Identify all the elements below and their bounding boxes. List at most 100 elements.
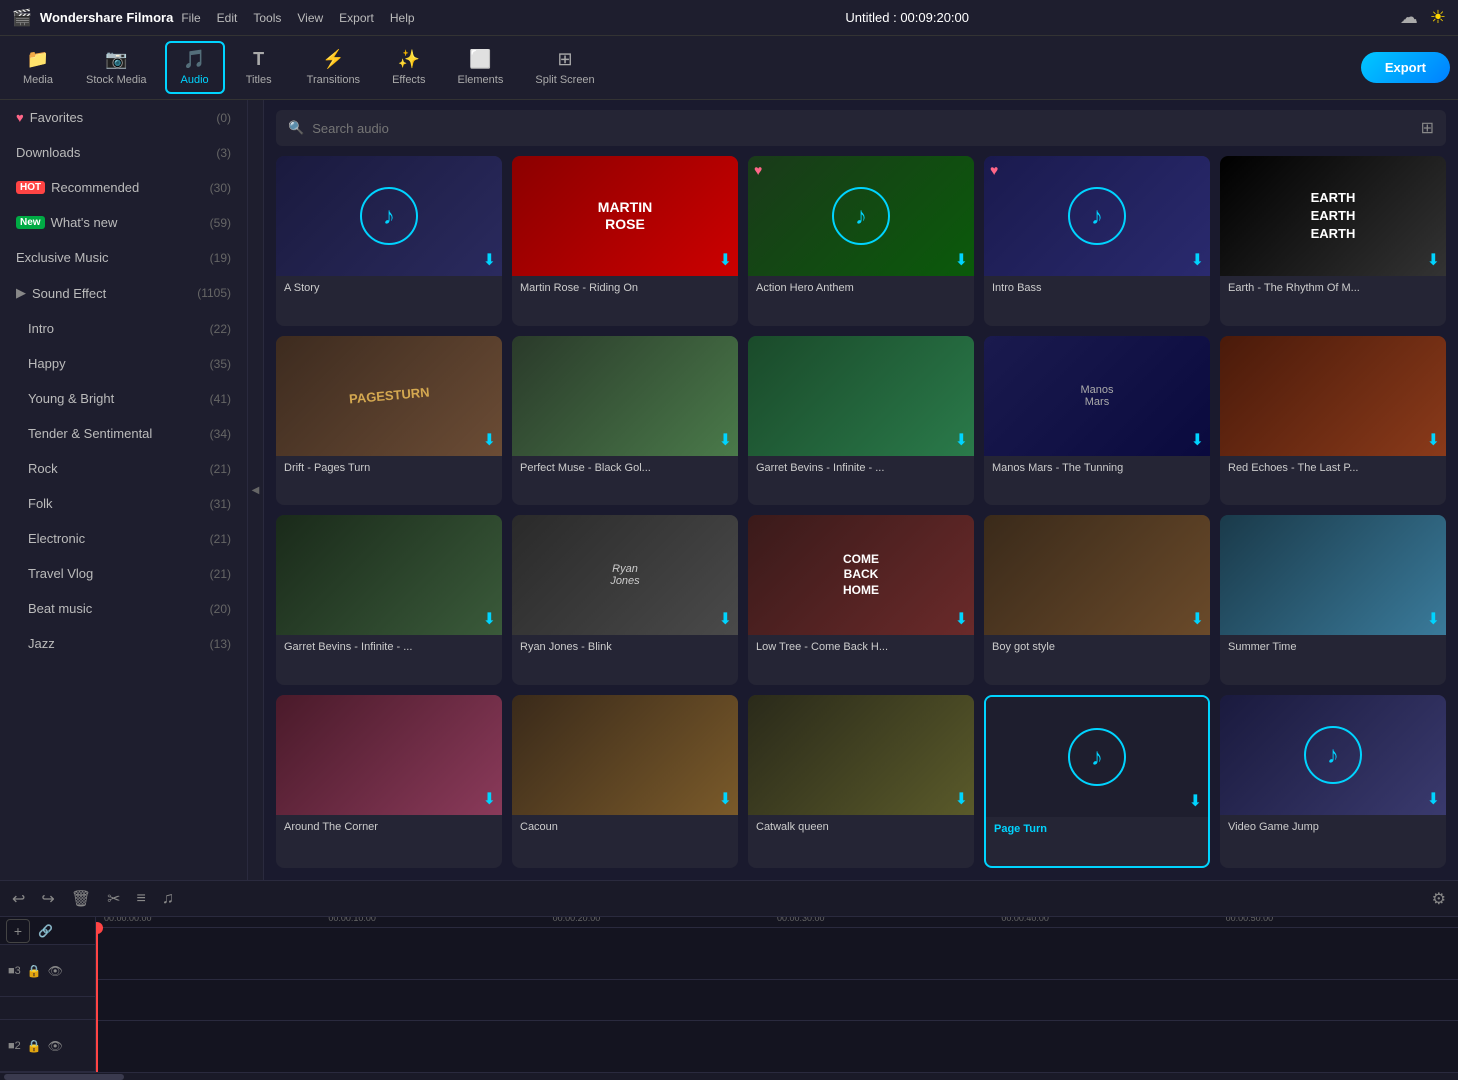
audio-card-martin[interactable]: MARTINROSE ⬇ Martin Rose - Riding On	[512, 156, 738, 326]
sidebar-item-beat[interactable]: Beat music (20)	[0, 591, 247, 626]
sidebar-item-tender[interactable]: Tender & Sentimental (34)	[0, 416, 247, 451]
timeline-settings-icon[interactable]: ⚙	[1432, 889, 1446, 909]
audio-card-manos[interactable]: ManosMars ⬇ Manos Mars - The Tunning	[984, 336, 1210, 506]
sidebar-item-young-bright[interactable]: Young & Bright (41)	[0, 381, 247, 416]
sun-icon[interactable]: ☀	[1430, 7, 1446, 28]
menu-export[interactable]: Export	[339, 11, 374, 25]
titlebar-left: 🎬 Wondershare Filmora File Edit Tools Vi…	[12, 8, 415, 28]
tool-effects-label: Effects	[392, 74, 425, 86]
sidebar-item-intro[interactable]: Intro (22)	[0, 311, 247, 346]
download-icon: ⬇	[1427, 250, 1440, 270]
sidebar-item-happy[interactable]: Happy (35)	[0, 346, 247, 381]
settings-icon[interactable]: ≡	[137, 890, 146, 908]
sidebar-item-electronic[interactable]: Electronic (21)	[0, 521, 247, 556]
tool-stock-label: Stock Media	[86, 74, 147, 86]
card-title-manos: Manos Mars - The Tunning	[984, 456, 1210, 480]
sidebar-item-exclusive[interactable]: Exclusive Music (19)	[0, 240, 247, 275]
audio-card-pages[interactable]: PAGESTURN ⬇ Drift - Pages Turn	[276, 336, 502, 506]
audio-card-bass[interactable]: ♥ ♪ ⬇ Intro Bass	[984, 156, 1210, 326]
sidebar-happy-label: Happy	[28, 356, 66, 371]
grid-layout-icon[interactable]: ⊞	[1421, 118, 1434, 138]
track2-row[interactable]	[96, 1020, 1458, 1072]
tool-media[interactable]: 📁 Media	[8, 43, 68, 92]
ruler-marks: 00:00:00:00 00:00:10:00 00:00:20:00 00:0…	[96, 917, 1458, 923]
audio-card-page-turn[interactable]: ♪ ⬇ Page Turn	[984, 695, 1210, 869]
track3-row[interactable]	[96, 928, 1458, 980]
card-thumb-videogame: ♪ ⬇	[1220, 695, 1446, 815]
scrollbar-thumb[interactable]	[4, 1074, 124, 1080]
audio-card-action[interactable]: ♥ ♪ ⬇ Action Hero Anthem	[748, 156, 974, 326]
sidebar-item-folk[interactable]: Folk (31)	[0, 486, 247, 521]
sidebar-item-whats-new[interactable]: New What's new (59)	[0, 205, 247, 240]
sidebar-intro-count: (22)	[210, 322, 231, 336]
card-thumb-summer: ⬇	[1220, 515, 1446, 635]
sidebar-item-travel[interactable]: Travel Vlog (21)	[0, 556, 247, 591]
undo-icon[interactable]: ↩	[12, 889, 25, 909]
audio-card-ryan[interactable]: RyanJones ⬇ Ryan Jones - Blink	[512, 515, 738, 685]
expand-icon: ▶	[16, 285, 26, 301]
download-icon: ⬇	[1427, 609, 1440, 629]
card-thumb-boystyle: ⬇	[984, 515, 1210, 635]
link-icon[interactable]: 🔗	[38, 924, 53, 938]
menu-help[interactable]: Help	[390, 11, 415, 25]
search-bar: 🔍 ⊞	[276, 110, 1446, 146]
audio-card-cacoun[interactable]: ⬇ Cacoun	[512, 695, 738, 869]
delete-icon[interactable]: 🗑	[71, 889, 91, 909]
timeline-tracks: 00:00:00:00 00:00:10:00 00:00:20:00 00:0…	[96, 917, 1458, 1072]
audio-card-perfect[interactable]: ⬇ Perfect Muse - Black Gol...	[512, 336, 738, 506]
audio-card-summer[interactable]: ⬇ Summer Time	[1220, 515, 1446, 685]
sidebar-item-downloads[interactable]: Downloads (3)	[0, 135, 247, 170]
menu-tools[interactable]: Tools	[253, 11, 281, 25]
ruler-30: 00:00:30:00	[777, 917, 1001, 923]
horizontal-scrollbar[interactable]	[0, 1072, 1458, 1080]
audio-card-red[interactable]: ⬇ Red Echoes - The Last P...	[1220, 336, 1446, 506]
cut-icon[interactable]: ✂	[107, 889, 120, 909]
export-button[interactable]: Export	[1361, 52, 1450, 83]
audio-card-catwalk[interactable]: ⬇ Catwalk queen	[748, 695, 974, 869]
sidebar-rock-count: (21)	[210, 462, 231, 476]
sidebar-item-favorites[interactable]: ♥ Favorites (0)	[0, 100, 247, 135]
track2-lock-icon[interactable]: 🔒	[27, 1039, 42, 1053]
tool-effects[interactable]: ✨ Effects	[378, 43, 439, 92]
ryan-text: RyanJones	[610, 563, 639, 587]
menu-edit[interactable]: Edit	[217, 11, 238, 25]
music-note-icon: ♪	[831, 186, 891, 246]
menu-file[interactable]: File	[181, 11, 200, 25]
svg-text:♪: ♪	[855, 203, 867, 230]
card-thumb-story: ♪ ⬇	[276, 156, 502, 276]
sidebar-item-jazz[interactable]: Jazz (13)	[0, 626, 247, 661]
audio-card-lowtree[interactable]: COMEBACKHOME ⬇ Low Tree - Come Back H...	[748, 515, 974, 685]
add-track-button[interactable]: +	[6, 919, 30, 943]
sidebar-item-sound-effect[interactable]: ▶ Sound Effect (1105)	[0, 275, 247, 311]
tool-titles[interactable]: T Titles	[229, 43, 289, 92]
sidebar-item-rock[interactable]: Rock (21)	[0, 451, 247, 486]
tool-audio[interactable]: 🎵 Audio	[165, 41, 225, 94]
cloud-icon[interactable]: ☁	[1400, 7, 1418, 28]
audio-card-garret2[interactable]: ⬇ Garret Bevins - Infinite - ...	[276, 515, 502, 685]
tool-elements[interactable]: ⬜ Elements	[444, 43, 518, 92]
tool-split-screen[interactable]: ⊞ Split Screen	[521, 43, 608, 92]
tool-transitions[interactable]: ⚡ Transitions	[293, 43, 374, 92]
track3-lock-icon[interactable]: 🔒	[27, 964, 42, 978]
card-title-videogame: Video Game Jump	[1220, 815, 1446, 839]
search-input[interactable]	[312, 121, 1412, 136]
audio-card-earth[interactable]: EARTHEARTHEARTH ⬇ Earth - The Rhythm Of …	[1220, 156, 1446, 326]
audio-card-around[interactable]: ⬇ Around The Corner	[276, 695, 502, 869]
audio-card-garret1[interactable]: ⬇ Garret Bevins - Infinite - ...	[748, 336, 974, 506]
track3-eye-icon[interactable]: 👁	[48, 964, 63, 978]
redo-icon[interactable]: ↪	[41, 889, 54, 909]
audio-card-videogame[interactable]: ♪ ⬇ Video Game Jump	[1220, 695, 1446, 869]
titlebar-menu: File Edit Tools View Export Help	[181, 11, 414, 25]
sidebar-item-recommended[interactable]: HOT Recommended (30)	[0, 170, 247, 205]
timeline: ↩ ↪ 🗑 ✂ ≡ ♫ ⚙ + 🔗 ■3 🔒 👁 ■2 🔒 👁	[0, 880, 1458, 1080]
sidebar-jazz-count: (13)	[210, 637, 231, 651]
tool-stock-media[interactable]: 📷 Stock Media	[72, 43, 161, 92]
audio-track-icon[interactable]: ♫	[162, 890, 174, 908]
audio-card-boystyle[interactable]: ⬇ Boy got style	[984, 515, 1210, 685]
sidebar-collapse-btn[interactable]: ◀	[248, 100, 264, 880]
track2-eye-icon[interactable]: 👁	[48, 1039, 63, 1053]
audio-card-story[interactable]: ♪ ⬇ A Story	[276, 156, 502, 326]
menu-view[interactable]: View	[297, 11, 323, 25]
download-icon: ⬇	[955, 789, 968, 809]
audio-content: 🔍 ⊞ ♪ ⬇ A Story MARTINROSE ⬇ Martin Rose…	[264, 100, 1458, 880]
